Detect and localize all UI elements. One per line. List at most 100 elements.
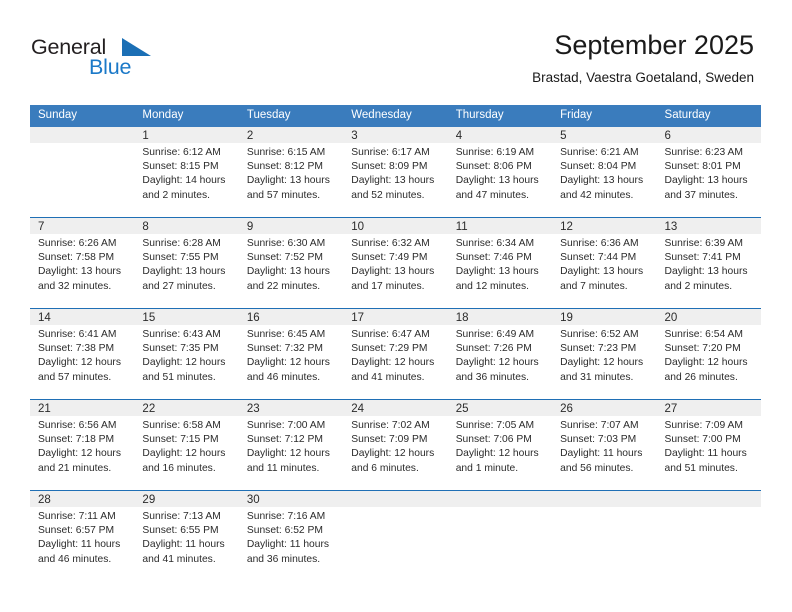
calendar-day-cell[interactable]: 20 Sunrise: 6:54 AM Sunset: 7:20 PM Dayligh…: [656, 309, 761, 399]
calendar-day-cell[interactable]: 22 Sunrise: 6:58 AM Sunset: 7:15 PM Dayligh…: [134, 400, 239, 490]
day-details: Sunrise: 6:21 AM Sunset: 8:04 PM Daylight:…: [552, 143, 656, 203]
calendar-cell: 2 Sunrise: 6:15 AM Sunset: 8:12 PM Daylight…: [238, 127, 344, 218]
daylight-text-line2: and 26 minutes.: [664, 371, 738, 383]
day-number: 16: [238, 309, 344, 325]
daylight-text-line1: Daylight: 13 hours: [246, 266, 330, 278]
calendar-cell: 18 Sunrise: 6:49 AM Sunset: 7:26 PM Dayligh…: [447, 308, 553, 400]
calendar-cell: 25 Sunrise: 7:05 AM Sunset: 7:06 PM Dayligh…: [447, 399, 553, 491]
day-details: Sunrise: 6:15 AM Sunset: 8:12 PM Daylight:…: [239, 143, 343, 203]
sunset-text: Sunset: 7:06 PM: [455, 434, 532, 446]
calendar-day-cell[interactable]: 5 Sunrise: 6:21 AM Sunset: 8:04 PM Daylight…: [552, 127, 657, 217]
day-details: Sunrise: 7:16 AM Sunset: 6:52 PM Daylight:…: [239, 507, 343, 567]
calendar-day-cell[interactable]: 10 Sunrise: 6:32 AM Sunset: 7:49 PM Dayligh…: [343, 218, 448, 308]
calendar-day-cell[interactable]: 4 Sunrise: 6:19 AM Sunset: 8:06 PM Daylight…: [447, 127, 553, 217]
calendar-day-cell[interactable]: 6 Sunrise: 6:23 AM Sunset: 8:01 PM Daylight…: [656, 127, 761, 217]
day-details: Sunrise: 7:02 AM Sunset: 7:09 PM Daylight:…: [343, 416, 447, 476]
daylight-text-line1: Daylight: 13 hours: [142, 266, 226, 278]
calendar-day-cell[interactable]: 23 Sunrise: 7:00 AM Sunset: 7:12 PM Dayligh…: [238, 400, 344, 490]
daylight-text-line1: Daylight: 12 hours: [455, 357, 539, 369]
day-details: Sunrise: 6:45 AM Sunset: 7:32 PM Daylight:…: [239, 325, 343, 385]
calendar-day-cell[interactable]: 25 Sunrise: 7:05 AM Sunset: 7:06 PM Dayligh…: [447, 400, 553, 490]
calendar-day-cell-empty: [447, 491, 553, 581]
generalblue-logo[interactable]: General Blue: [31, 35, 161, 83]
calendar-week-row: 7 Sunrise: 6:26 AM Sunset: 7:58 PM Daylight…: [30, 217, 761, 309]
day-number: 3: [343, 127, 448, 143]
calendar-day-cell[interactable]: 2 Sunrise: 6:15 AM Sunset: 8:12 PM Daylight…: [238, 127, 344, 217]
sunset-text: Sunset: 7:44 PM: [560, 252, 637, 264]
sunrise-text: Sunrise: 6:15 AM: [246, 147, 326, 158]
weekday-header-tuesday: Tuesday: [238, 105, 344, 127]
sunrise-text: Sunrise: 6:41 AM: [38, 329, 117, 340]
day-number: 30: [238, 491, 344, 507]
sunrise-text: Sunrise: 6:23 AM: [664, 147, 743, 158]
calendar-day-cell[interactable]: 11 Sunrise: 6:34 AM Sunset: 7:46 PM Dayligh…: [447, 218, 553, 308]
calendar-day-cell[interactable]: 27 Sunrise: 7:09 AM Sunset: 7:00 PM Dayligh…: [656, 400, 761, 490]
sunset-text: Sunset: 7:12 PM: [246, 434, 323, 446]
calendar-day-cell-empty: [656, 491, 761, 581]
daylight-text-line1: Daylight: 13 hours: [455, 175, 539, 187]
calendar-day-cell[interactable]: 7 Sunrise: 6:26 AM Sunset: 7:58 PM Daylight…: [30, 218, 135, 308]
day-details: Sunrise: 6:49 AM Sunset: 7:26 PM Daylight:…: [448, 325, 552, 385]
calendar-cell: 11 Sunrise: 6:34 AM Sunset: 7:46 PM Dayligh…: [447, 217, 553, 309]
daylight-text-line1: Daylight: 12 hours: [664, 357, 748, 369]
sunrise-text: Sunrise: 6:30 AM: [246, 238, 326, 249]
calendar-cell: 7 Sunrise: 6:26 AM Sunset: 7:58 PM Daylight…: [30, 217, 135, 309]
calendar-day-cell[interactable]: 17 Sunrise: 6:47 AM Sunset: 7:29 PM Dayligh…: [343, 309, 448, 399]
calendar-day-cell[interactable]: 16 Sunrise: 6:45 AM Sunset: 7:32 PM Dayligh…: [238, 309, 344, 399]
calendar-day-cell[interactable]: 30 Sunrise: 7:16 AM Sunset: 6:52 PM Dayligh…: [238, 491, 344, 581]
day-number: 15: [134, 309, 239, 325]
daylight-text-line2: and 22 minutes.: [246, 280, 321, 292]
day-details: Sunrise: 6:54 AM Sunset: 7:20 PM Daylight:…: [657, 325, 761, 385]
calendar-day-cell[interactable]: 18 Sunrise: 6:49 AM Sunset: 7:26 PM Dayligh…: [447, 309, 553, 399]
day-number: 5: [552, 127, 657, 143]
daylight-text-line2: and 2 minutes.: [664, 280, 733, 292]
day-number: 1: [134, 127, 239, 143]
calendar-day-cell-empty: [552, 491, 657, 581]
daylight-text-line1: Daylight: 12 hours: [38, 357, 121, 369]
sunrise-text: Sunrise: 6:54 AM: [664, 329, 743, 340]
sunrise-text: Sunrise: 6:19 AM: [455, 147, 535, 158]
calendar-day-cell[interactable]: 28 Sunrise: 7:11 AM Sunset: 6:57 PM Dayligh…: [30, 491, 135, 581]
calendar-day-cell[interactable]: 21 Sunrise: 6:56 AM Sunset: 7:18 PM Dayligh…: [30, 400, 135, 490]
calendar-day-cell[interactable]: 9 Sunrise: 6:30 AM Sunset: 7:52 PM Daylight…: [238, 218, 344, 308]
sunrise-text: Sunrise: 6:32 AM: [351, 238, 430, 249]
day-number: 14: [30, 309, 135, 325]
day-details: Sunrise: 6:36 AM Sunset: 7:44 PM Daylight:…: [552, 234, 656, 294]
sunrise-text: Sunrise: 6:28 AM: [142, 238, 221, 249]
daylight-text-line2: and 17 minutes.: [351, 280, 425, 292]
calendar-day-cell[interactable]: 13 Sunrise: 6:39 AM Sunset: 7:41 PM Dayligh…: [656, 218, 761, 308]
calendar-day-cell[interactable]: 1 Sunrise: 6:12 AM Sunset: 8:15 PM Daylight…: [134, 127, 239, 217]
calendar-week-row: 14 Sunrise: 6:41 AM Sunset: 7:38 PM Dayligh…: [30, 308, 761, 400]
daylight-text-line2: and 36 minutes.: [455, 371, 529, 383]
day-details: Sunrise: 6:28 AM Sunset: 7:55 PM Daylight:…: [134, 234, 238, 294]
day-details: Sunrise: 6:34 AM Sunset: 7:46 PM Daylight:…: [448, 234, 552, 294]
daylight-text-line2: and 12 minutes.: [455, 280, 529, 292]
calendar-cell: [447, 490, 553, 581]
daylight-text-line1: Daylight: 13 hours: [351, 175, 435, 187]
calendar-day-cell[interactable]: 24 Sunrise: 7:02 AM Sunset: 7:09 PM Dayligh…: [343, 400, 448, 490]
sunrise-text: Sunrise: 7:00 AM: [246, 420, 326, 431]
sunrise-text: Sunrise: 6:36 AM: [560, 238, 639, 249]
day-number: 22: [134, 400, 239, 416]
daylight-text-line1: Daylight: 11 hours: [246, 539, 330, 551]
calendar-body: 1 Sunrise: 6:12 AM Sunset: 8:15 PM Daylight…: [30, 127, 761, 581]
daylight-text-line1: Daylight: 11 hours: [560, 448, 643, 460]
calendar-day-cell[interactable]: 12 Sunrise: 6:36 AM Sunset: 7:44 PM Dayligh…: [552, 218, 657, 308]
calendar-day-cell[interactable]: 8 Sunrise: 6:28 AM Sunset: 7:55 PM Daylight…: [134, 218, 239, 308]
calendar-day-cell[interactable]: 26 Sunrise: 7:07 AM Sunset: 7:03 PM Dayligh…: [552, 400, 657, 490]
calendar-day-cell[interactable]: 15 Sunrise: 6:43 AM Sunset: 7:35 PM Dayligh…: [134, 309, 239, 399]
daylight-text-line1: Daylight: 12 hours: [351, 448, 435, 460]
day-number: 18: [447, 309, 553, 325]
calendar-cell: [30, 127, 135, 218]
daylight-text-line2: and 56 minutes.: [560, 462, 634, 474]
sunset-text: Sunset: 8:12 PM: [246, 161, 323, 173]
calendar-day-cell[interactable]: 14 Sunrise: 6:41 AM Sunset: 7:38 PM Dayligh…: [30, 309, 135, 399]
calendar-day-cell[interactable]: 19 Sunrise: 6:52 AM Sunset: 7:23 PM Dayligh…: [552, 309, 657, 399]
calendar-cell: 22 Sunrise: 6:58 AM Sunset: 7:15 PM Dayligh…: [134, 399, 239, 491]
daylight-text-line2: and 27 minutes.: [142, 280, 216, 292]
calendar-week-row: 28 Sunrise: 7:11 AM Sunset: 6:57 PM Dayligh…: [30, 490, 761, 581]
calendar-day-cell[interactable]: 3 Sunrise: 6:17 AM Sunset: 8:09 PM Daylight…: [343, 127, 448, 217]
daylight-text-line1: Daylight: 12 hours: [246, 448, 330, 460]
weekday-header-wednesday: Wednesday: [343, 105, 448, 127]
calendar-day-cell[interactable]: 29 Sunrise: 7:13 AM Sunset: 6:55 PM Dayligh…: [134, 491, 239, 581]
